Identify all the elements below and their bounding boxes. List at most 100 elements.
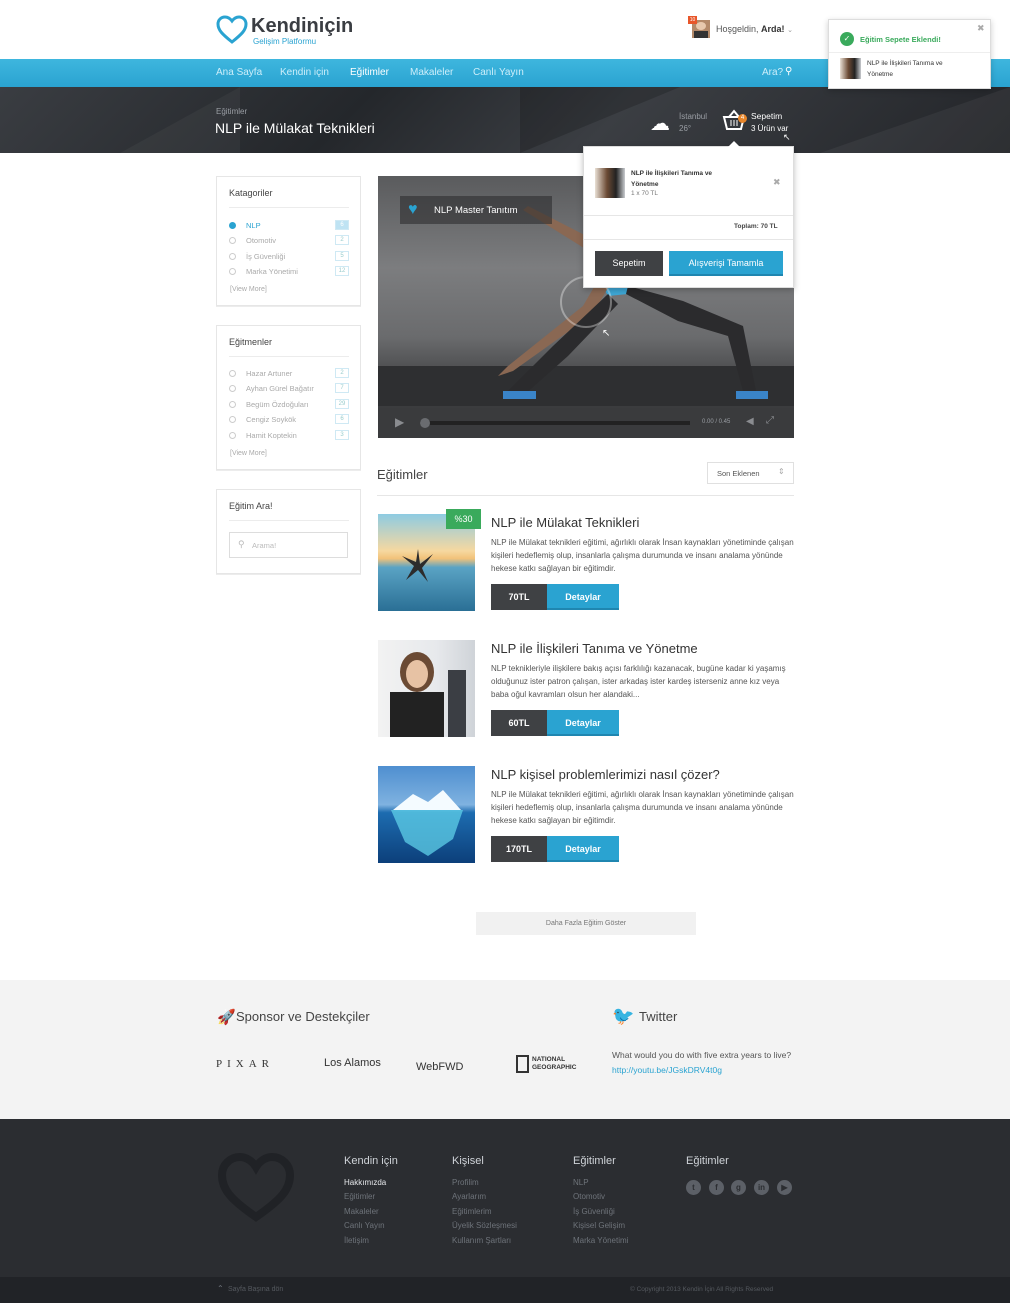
- heart-logo-icon[interactable]: [216, 15, 248, 45]
- footer-heart-logo-icon[interactable]: [216, 1153, 296, 1225]
- divider: [584, 215, 793, 216]
- footer-col-title: Kişisel: [452, 1155, 484, 1167]
- trainer-item[interactable]: Ayhan Gürel Bağatır 7: [229, 383, 349, 395]
- list-heading: Eğitimler: [377, 467, 428, 482]
- course-item: %30 NLP ile Mülakat Teknikleri NLP ile M…: [378, 509, 794, 614]
- toast-item-title[interactable]: NLP ile İlişkileri Tanıma ve Yönetme: [867, 58, 957, 80]
- close-icon[interactable]: ✖: [977, 23, 985, 34]
- trainers-panel: Eğitmenler Hazar Artuner 2 Ayhan Gürel Ba…: [216, 325, 361, 470]
- nav-item-makaleler[interactable]: Makaleler: [410, 67, 453, 78]
- footer-link[interactable]: NLP: [573, 1178, 589, 1187]
- cart-item-title[interactable]: NLP ile İlişkileri Tanıma ve Yönetme: [631, 168, 726, 190]
- volume-icon[interactable]: ◀: [746, 416, 754, 427]
- course-title[interactable]: NLP ile Mülakat Teknikleri: [491, 515, 639, 530]
- footer-link[interactable]: Profilim: [452, 1178, 479, 1187]
- nav-item-kendin-icin[interactable]: Kendin için: [280, 67, 329, 78]
- course-title[interactable]: NLP ile İlişkileri Tanıma ve Yönetme: [491, 641, 698, 656]
- footer-link[interactable]: Hakkımızda: [344, 1178, 386, 1187]
- trainer-item[interactable]: Hazar Artuner 2: [229, 368, 349, 380]
- facebook-icon[interactable]: f: [709, 1180, 724, 1195]
- user-greeting[interactable]: Hoşgeldin, Arda! ⌄: [716, 24, 793, 34]
- sponsor-logo-webfwd[interactable]: WebFWD: [416, 1061, 463, 1073]
- category-item[interactable]: Otomotiv 2: [229, 235, 349, 247]
- video-progress-handle[interactable]: [420, 418, 430, 428]
- video-progress-track[interactable]: [420, 418, 690, 428]
- twitter-title: Twitter: [639, 1009, 678, 1024]
- twitter-icon[interactable]: t: [686, 1180, 701, 1195]
- footer-link[interactable]: Otomotiv: [573, 1192, 605, 1201]
- arrow-up-icon[interactable]: ⌃: [217, 1284, 224, 1293]
- remove-item-icon[interactable]: ✖: [773, 177, 781, 188]
- view-cart-button[interactable]: Sepetim: [595, 251, 663, 276]
- footer-col-title: Kendin için: [344, 1155, 398, 1167]
- video-title-tag: ♥ NLP Master Tanıtım: [400, 196, 552, 224]
- youtube-icon[interactable]: ▶: [777, 1180, 792, 1195]
- footer-link[interactable]: Eğitimler: [344, 1192, 375, 1201]
- footer-link[interactable]: Makaleler: [344, 1207, 379, 1216]
- copyright: © Copyright 2013 Kendin İçin All Rights …: [630, 1286, 774, 1293]
- category-item[interactable]: Marka Yönetimi 12: [229, 266, 349, 278]
- sort-select[interactable]: Son Eklenen ⇕: [707, 462, 794, 484]
- trainer-item[interactable]: Begüm Özdoğuları 29: [229, 399, 349, 411]
- category-item[interactable]: İş Güvenliği 5: [229, 251, 349, 263]
- details-button[interactable]: Detaylar: [547, 836, 619, 862]
- trainers-view-more[interactable]: [View More]: [230, 450, 267, 457]
- search-placeholder: Arama!: [252, 541, 277, 550]
- chevron-down-icon[interactable]: ⌄: [787, 27, 793, 34]
- course-thumbnail[interactable]: [378, 640, 475, 737]
- nav-search-label[interactable]: Ara?: [762, 67, 783, 78]
- course-price: 170TL: [491, 836, 547, 862]
- sponsor-logo-los-alamos[interactable]: Los Alamos: [324, 1057, 381, 1069]
- details-button[interactable]: Detaylar: [547, 584, 619, 610]
- footer-link[interactable]: Eğitimlerim: [452, 1207, 492, 1216]
- cart-item-qty: 1 x 70 TL: [631, 190, 658, 197]
- course-price: 60TL: [491, 710, 547, 736]
- cart-dropdown: NLP ile İlişkileri Tanıma ve Yönetme 1 x…: [583, 141, 794, 288]
- brand-name[interactable]: Kendiniçin: [251, 15, 353, 38]
- course-thumbnail[interactable]: [378, 766, 475, 863]
- search-input[interactable]: ⚲ Arama!: [229, 532, 348, 558]
- breadcrumb[interactable]: Eğitimler: [216, 107, 247, 116]
- page-title: NLP ile Mülakat Teknikleri: [215, 120, 375, 136]
- categories-view-more[interactable]: [View More]: [230, 286, 267, 293]
- trainer-item[interactable]: Cengiz Soykök 6: [229, 414, 349, 426]
- sponsor-logo-pixar[interactable]: PIXAR: [216, 1058, 274, 1070]
- greeting-text: Hoşgeldin,: [716, 24, 759, 34]
- cart-total: Toplam: 70 TL: [734, 223, 778, 230]
- play-icon[interactable]: ▶: [395, 415, 404, 429]
- back-to-top-link[interactable]: Sayfa Başına dön: [228, 1286, 283, 1293]
- toast-item-thumbnail[interactable]: [840, 58, 861, 79]
- footer-link[interactable]: Kullanım Şartları: [452, 1236, 511, 1245]
- nav-item-egitimler[interactable]: Eğitimler: [350, 67, 389, 78]
- checkout-button[interactable]: Alışverişi Tamamla: [669, 251, 783, 276]
- user-name: Arda!: [761, 24, 785, 34]
- fullscreen-icon[interactable]: ⤢: [766, 415, 774, 426]
- footer-link[interactable]: Ayarlarım: [452, 1192, 486, 1201]
- nav-item-canli-yayin[interactable]: Canlı Yayın: [473, 67, 524, 78]
- tweet-link[interactable]: http://youtu.be/JGskDRV4t0g: [612, 1065, 722, 1075]
- footer-link[interactable]: Kişisel Gelişim: [573, 1221, 625, 1230]
- category-item[interactable]: NLP 6: [229, 220, 349, 232]
- course-description: NLP teknikleriyle ilişkilere bakış açısı…: [491, 664, 786, 699]
- footer: Kendin için Hakkımızda Eğitimler Makalel…: [0, 1119, 1010, 1277]
- cart-label[interactable]: Sepetim: [751, 111, 782, 121]
- load-more-button[interactable]: Daha Fazla Eğitim Göster: [476, 912, 696, 935]
- course-title[interactable]: NLP kişisel problemlerimizi nasıl çözer?: [491, 767, 720, 782]
- sponsor-logo-natgeo[interactable]: NATIONAL GEOGRAPHIC: [532, 1056, 582, 1072]
- footer-link[interactable]: Canlı Yayın: [344, 1221, 385, 1230]
- footer-link[interactable]: İş Güvenliği: [573, 1207, 615, 1216]
- googleplus-icon[interactable]: g: [731, 1180, 746, 1195]
- brand-tagline: Gelişim Platformu: [253, 37, 317, 46]
- cart-item-thumbnail[interactable]: [595, 168, 625, 198]
- nav-item-home[interactable]: Ana Sayfa: [216, 67, 262, 78]
- weather-city: İstanbul: [679, 112, 708, 121]
- search-icon[interactable]: ⚲: [785, 66, 792, 77]
- trainer-item[interactable]: Hamit Koptekin 3: [229, 430, 349, 442]
- footer-link[interactable]: Üyelik Sözleşmesi: [452, 1221, 517, 1230]
- linkedin-icon[interactable]: in: [754, 1180, 769, 1195]
- sort-value: Son Eklenen: [717, 469, 760, 478]
- footer-link[interactable]: Marka Yönetimi: [573, 1236, 628, 1245]
- check-icon: ✓: [840, 32, 854, 46]
- details-button[interactable]: Detaylar: [547, 710, 619, 736]
- footer-link[interactable]: İletişim: [344, 1236, 369, 1245]
